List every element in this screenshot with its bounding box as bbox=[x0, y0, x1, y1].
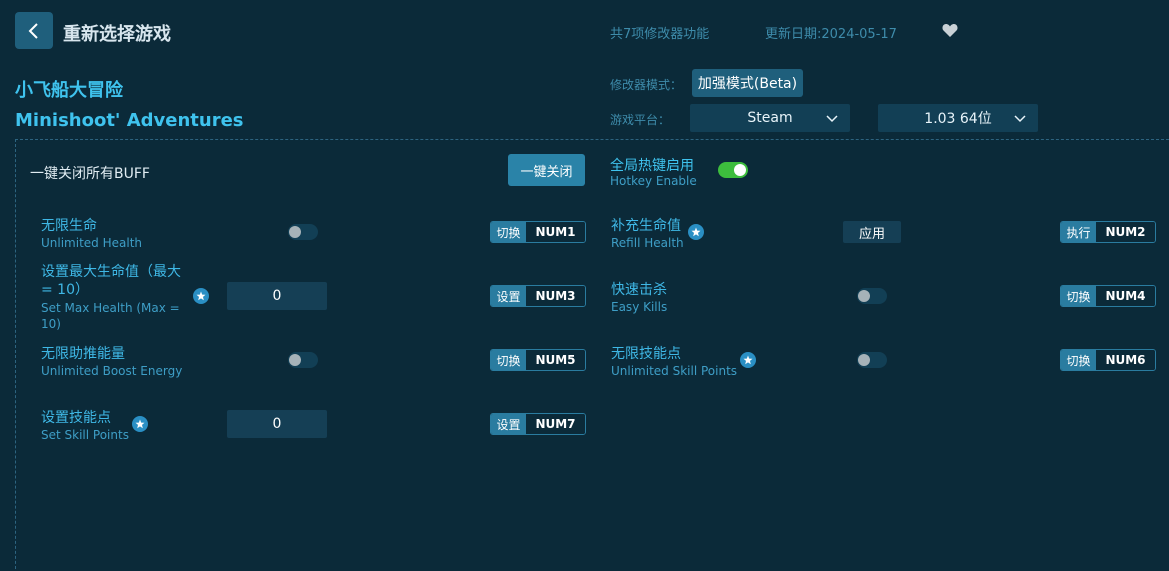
hotkey-key: NUM4 bbox=[1096, 286, 1155, 306]
game-name-en: Minishoot' Adventures bbox=[15, 110, 244, 131]
version-select[interactable]: 1.03 64位 bbox=[878, 104, 1038, 132]
hotkey-num4[interactable]: 切换 NUM4 bbox=[1060, 285, 1156, 307]
cheat-label-en: Unlimited Boost Energy bbox=[41, 364, 183, 378]
buff-label: 一键关闭所有BUFF bbox=[30, 166, 150, 182]
hotkey-action: 设置 bbox=[491, 414, 526, 434]
cheat-label-en: Set Skill Points bbox=[41, 428, 129, 442]
cheat-label-cn: 设置最大生命值（最大 = 10） bbox=[41, 264, 181, 298]
skill-points-input[interactable]: 0 bbox=[227, 410, 327, 438]
hotkey-action: 切换 bbox=[1061, 286, 1096, 306]
hotkey-key: NUM1 bbox=[526, 222, 585, 242]
hotkey-key: NUM2 bbox=[1096, 222, 1155, 242]
hotkey-action: 执行 bbox=[1061, 222, 1096, 242]
cheat-label-cn: 无限生命 bbox=[41, 218, 97, 234]
hotkey-action: 切换 bbox=[1061, 350, 1096, 370]
platform-label: 游戏平台： bbox=[610, 113, 671, 127]
star-icon bbox=[740, 352, 756, 368]
hotkey-key: NUM7 bbox=[526, 414, 585, 434]
heart-icon[interactable] bbox=[942, 23, 958, 38]
page-title: 重新选择游戏 bbox=[63, 24, 171, 45]
easy-kills-toggle[interactable] bbox=[857, 288, 887, 304]
refill-health-apply-button[interactable]: 应用 bbox=[843, 221, 901, 243]
hotkey-num1[interactable]: 切换 NUM1 bbox=[490, 221, 586, 243]
hotkey-num3[interactable]: 设置 NUM3 bbox=[490, 285, 586, 307]
cheat-label-cn: 补充生命值 bbox=[611, 218, 681, 234]
close-all-buff-button[interactable]: 一键关闭 bbox=[508, 154, 585, 186]
hotkey-key: NUM5 bbox=[526, 350, 585, 370]
star-icon bbox=[132, 416, 148, 432]
platform-value: Steam bbox=[747, 110, 793, 126]
hotkey-num7[interactable]: 设置 NUM7 bbox=[490, 413, 586, 435]
hotkey-enable-label-cn: 全局热键启用 bbox=[610, 158, 694, 174]
hotkey-key: NUM6 bbox=[1096, 350, 1155, 370]
mode-badge[interactable]: 加强模式(Beta) bbox=[692, 69, 803, 97]
mode-label: 修改器模式： bbox=[610, 78, 683, 92]
unlimited-health-toggle[interactable] bbox=[288, 224, 318, 240]
cheat-label-en: Unlimited Health bbox=[41, 236, 143, 250]
hotkey-key: NUM3 bbox=[526, 286, 585, 306]
hotkey-action: 切换 bbox=[491, 222, 526, 242]
hotkey-enable-label-en: Hotkey Enable bbox=[610, 174, 697, 188]
cheat-panel bbox=[15, 139, 1169, 571]
star-icon bbox=[193, 288, 209, 304]
max-health-input[interactable]: 0 bbox=[227, 282, 327, 310]
chevron-down-icon bbox=[826, 115, 838, 123]
game-name-cn: 小飞船大冒险 bbox=[15, 80, 123, 101]
back-button[interactable] bbox=[15, 12, 53, 49]
cheat-label-en: Refill Health bbox=[611, 236, 684, 250]
hotkey-enable-toggle[interactable] bbox=[718, 162, 748, 178]
chevron-left-icon bbox=[28, 22, 38, 39]
cheat-label-cn: 无限助推能量 bbox=[41, 346, 125, 362]
update-date: 更新日期:2024-05-17 bbox=[765, 27, 897, 42]
hotkey-num2[interactable]: 执行 NUM2 bbox=[1060, 221, 1156, 243]
cheat-label-cn: 快速击杀 bbox=[611, 282, 667, 298]
cheat-label-cn: 设置技能点 bbox=[41, 410, 111, 426]
feature-count: 共7项修改器功能 bbox=[610, 27, 710, 42]
cheat-label-en: Easy Kills bbox=[611, 300, 668, 314]
star-icon bbox=[688, 224, 704, 240]
platform-select[interactable]: Steam bbox=[690, 104, 850, 132]
cheat-label-en: Unlimited Skill Points bbox=[611, 364, 738, 378]
hotkey-action: 设置 bbox=[491, 286, 526, 306]
version-value: 1.03 64位 bbox=[924, 111, 992, 127]
unlimited-skill-points-toggle[interactable] bbox=[857, 352, 887, 368]
cheat-label-cn: 无限技能点 bbox=[611, 346, 681, 362]
chevron-down-icon bbox=[1014, 115, 1026, 123]
unlimited-boost-toggle[interactable] bbox=[288, 352, 318, 368]
hotkey-num6[interactable]: 切换 NUM6 bbox=[1060, 349, 1156, 371]
hotkey-num5[interactable]: 切换 NUM5 bbox=[490, 349, 586, 371]
cheat-label-en: Set Max Health (Max = 10) bbox=[41, 301, 180, 331]
hotkey-action: 切换 bbox=[491, 350, 526, 370]
